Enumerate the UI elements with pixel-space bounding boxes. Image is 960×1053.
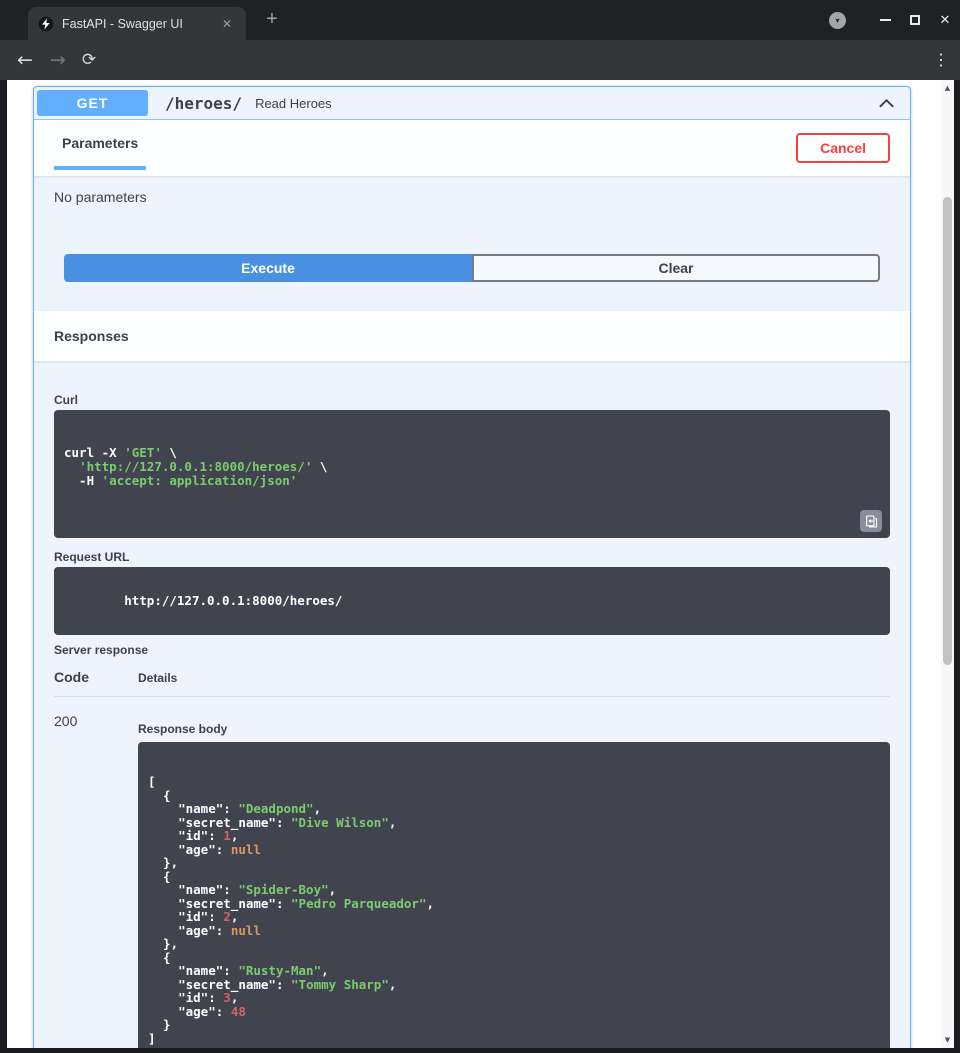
responses-header: Responses [34,311,910,361]
no-parameters-message: No parameters [54,189,147,205]
execute-wrapper: Execute Clear [64,254,880,282]
forward-button[interactable]: → [50,51,66,70]
opblock-get-heroes: GET /heroes/ Read Heroes Parameters Canc… [33,86,911,1048]
parameters-body: No parameters [34,176,910,254]
parameters-header: Parameters Cancel [34,120,910,176]
vertical-scrollbar[interactable]: ▲ ▼ [941,80,954,1048]
back-button[interactable]: ← [17,51,33,70]
request-url-block: http://127.0.0.1:8000/heroes/ [54,567,890,635]
server-response-label: Server response [54,643,890,657]
close-icon: ✕ [940,12,951,28]
browser-tab[interactable]: FastAPI - Swagger UI ✕ [28,7,246,40]
table-divider [54,696,890,697]
cancel-button[interactable]: Cancel [796,133,890,163]
fastapi-favicon-icon [38,16,54,32]
scroll-down-icon[interactable]: ▼ [941,1036,954,1044]
response-details: Response body [ { "name": "Deadpond", "s… [138,713,890,1048]
status-code: 200 [54,713,138,1048]
response-body-block: [ { "name": "Deadpond", "secret_name": "… [138,742,890,1048]
window-controls: ▾ ✕ [829,0,960,40]
method-badge: GET [37,90,148,116]
curl-command-block: curl -X 'GET' \ 'http://127.0.0.1:8000/h… [54,410,890,538]
response-row-200: 200 Response body [ { "name": "Deadpond"… [54,713,890,1048]
close-button[interactable]: ✕ [930,0,960,40]
swagger-page: GET /heroes/ Read Heroes Parameters Canc… [7,80,941,1048]
scrollbar-thumb[interactable] [943,197,952,665]
response-body-code-text: [ { "name": "Deadpond", "secret_name": "… [148,775,880,1045]
responses-title: Responses [54,328,129,344]
browser-toolbar: ← → ⟳ ⓘ 127.0.0.1:8000/docs#/default/rea… [0,40,960,80]
browser-tabstrip: FastAPI - Swagger UI ✕ + ▾ ✕ [0,0,960,40]
new-tab-button[interactable]: + [260,8,284,32]
collapse-chevron-icon[interactable] [877,94,896,113]
code-column-header: Code [54,669,138,685]
tab-close-icon[interactable]: ✕ [218,15,236,33]
responses-body: Curl curl -X 'GET' \ 'http://127.0.0.1:8… [34,393,910,1048]
curl-code-text: curl -X 'GET' \ 'http://127.0.0.1:8000/h… [64,446,880,488]
browser-menu-icon[interactable]: ⋮ [929,40,953,80]
reload-button[interactable]: ⟳ [82,52,96,69]
details-column-header: Details [138,671,177,685]
request-url-value: http://127.0.0.1:8000/heroes/ [124,593,342,608]
response-body-label: Response body [138,722,890,736]
minimize-icon [880,19,891,21]
parameters-title: Parameters [62,135,138,151]
clear-button[interactable]: Clear [472,254,880,282]
tab-parameters[interactable]: Parameters [54,120,146,170]
execute-button[interactable]: Execute [64,254,472,282]
curl-label: Curl [54,393,890,407]
minimize-button[interactable] [870,0,900,40]
server-response-table: Code Details 200 Response body [ { "name… [54,669,890,1048]
tab-title: FastAPI - Swagger UI [62,17,218,31]
maximize-button[interactable] [900,0,930,40]
copy-curl-button[interactable] [860,510,882,532]
endpoint-summary: Read Heroes [255,96,332,111]
table-header-row: Code Details [54,669,890,685]
request-url-label: Request URL [54,550,890,564]
endpoint-path: /heroes/ [165,94,242,113]
opblock-summary[interactable]: GET /heroes/ Read Heroes [34,87,910,120]
tab-search-icon[interactable]: ▾ [829,12,846,29]
scroll-up-icon[interactable]: ▲ [941,84,954,92]
maximize-icon [910,15,920,25]
